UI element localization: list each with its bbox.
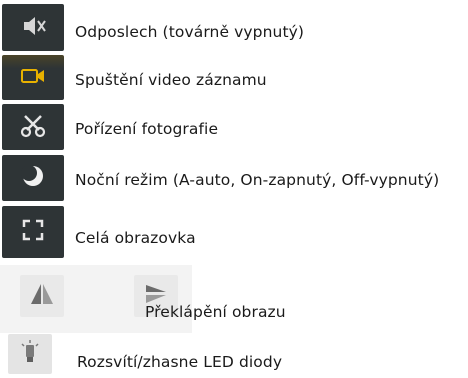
flip-horizontal-button[interactable] — [20, 275, 64, 317]
scissors-icon — [19, 112, 47, 142]
night-mode-button[interactable] — [2, 155, 64, 201]
fullscreen-button[interactable] — [2, 206, 64, 258]
led-label: Rozsvítí/zhasne LED diody — [77, 353, 283, 371]
muted-speaker-icon — [18, 13, 48, 43]
flip-horizontal-icon — [29, 282, 55, 310]
night-mode-label: Noční režim (A-auto, On-zapnutý, Off-vyp… — [75, 171, 440, 189]
snapshot-button[interactable] — [2, 104, 64, 150]
led-light-icon — [18, 339, 42, 369]
night-mode-icon — [19, 162, 47, 194]
fullscreen-label: Celá obrazovka — [75, 229, 196, 247]
listen-label: Odposlech (továrně vypnutý) — [75, 23, 305, 41]
listen-button[interactable] — [2, 4, 64, 51]
fullscreen-icon — [20, 217, 46, 247]
photo-label: Pořízení fotografie — [75, 120, 219, 138]
video-label: Spuštění video záznamu — [75, 71, 267, 89]
led-button[interactable] — [8, 334, 52, 374]
video-camera-icon — [19, 66, 47, 90]
video-record-button[interactable] — [2, 55, 64, 100]
flip-label: Překlápění obrazu — [145, 303, 286, 321]
